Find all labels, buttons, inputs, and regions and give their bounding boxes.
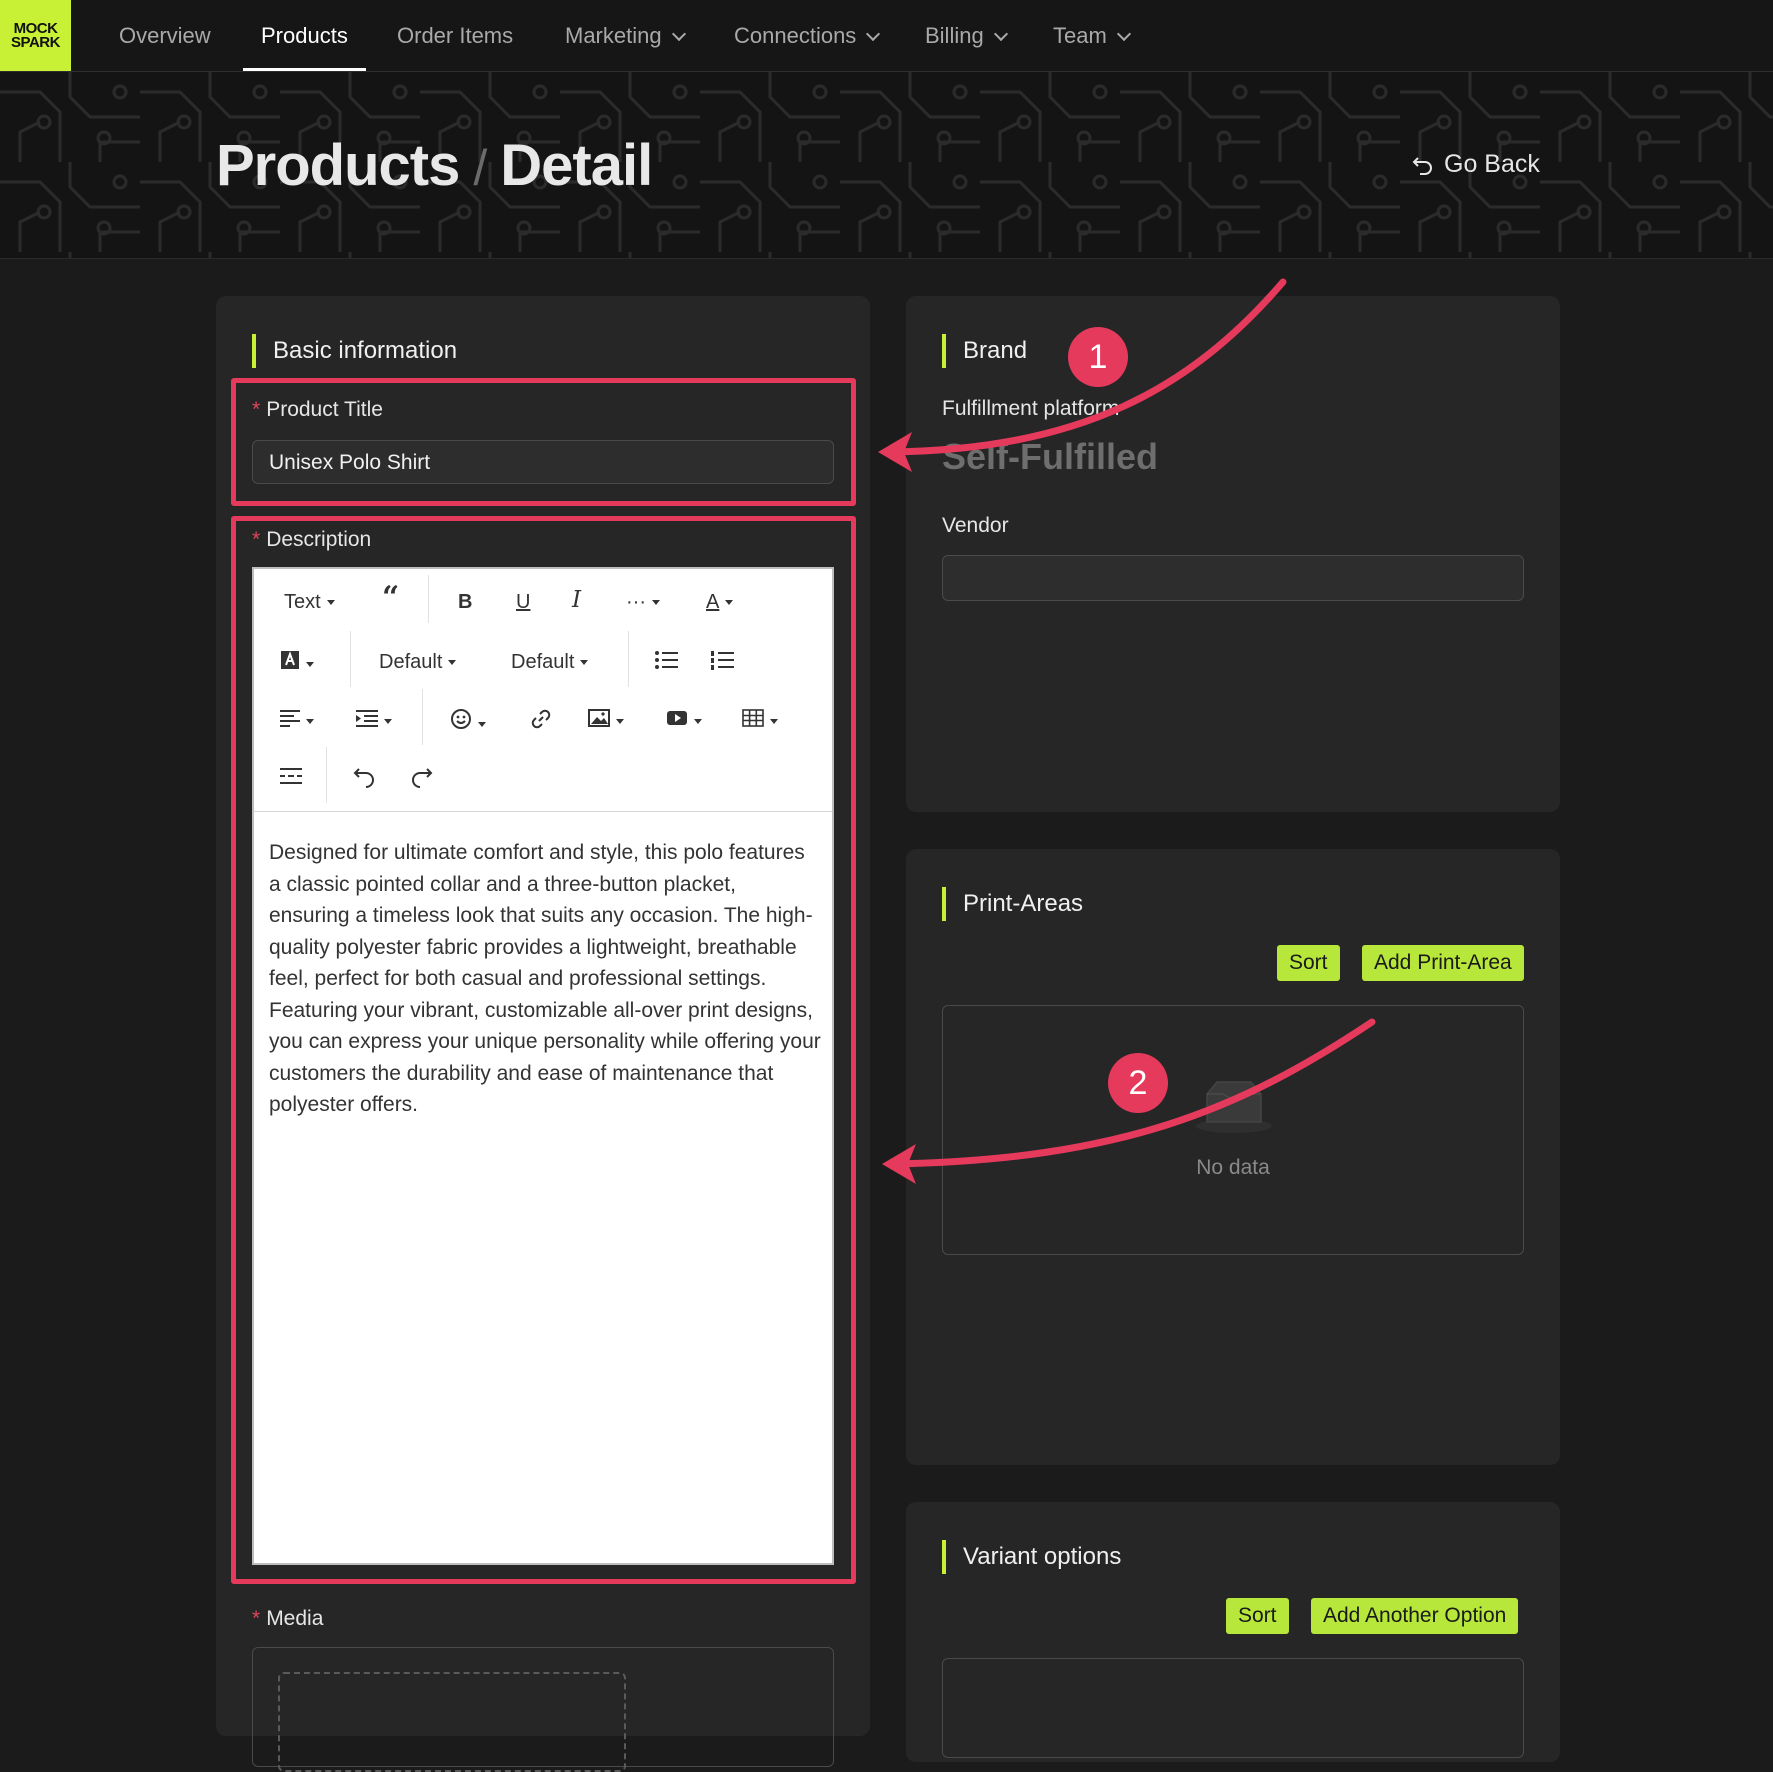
nav-item-connections[interactable]: Connections: [734, 0, 881, 71]
nav-label: Order Items: [397, 23, 514, 48]
highlight-product-title: [231, 378, 856, 506]
logo-line-2: SPARK: [11, 33, 60, 51]
nav-label: Team: [1053, 23, 1107, 48]
variant-options-list: [942, 1658, 1524, 1758]
empty-box-icon: [1196, 1081, 1272, 1133]
print-areas-title: Print-Areas: [942, 887, 1083, 921]
chevron-down-icon: [671, 26, 686, 42]
annotation-badge-1: 1: [1068, 327, 1128, 387]
breadcrumb-products[interactable]: Products: [216, 133, 460, 198]
nav-label: Billing: [925, 23, 984, 48]
fulfillment-platform-value: Self-Fulfilled: [942, 436, 1158, 477]
print-areas-sort-button[interactable]: Sort: [1277, 945, 1340, 981]
required-mark: *: [252, 1607, 261, 1630]
empty-state-text: No data: [1196, 1156, 1270, 1179]
variant-options-sort-button[interactable]: Sort: [1226, 1598, 1289, 1634]
media-label-text: Media: [266, 1607, 324, 1630]
basic-information-title: Basic information: [252, 334, 457, 368]
highlight-description: [231, 516, 856, 1584]
add-another-option-button[interactable]: Add Another Option: [1311, 1598, 1519, 1634]
vendor-label: Vendor: [942, 514, 1009, 537]
annotation-badge-2: 2: [1108, 1053, 1168, 1113]
chevron-down-icon: [993, 26, 1008, 42]
breadcrumb-detail: Detail: [500, 133, 653, 198]
variant-options-title: Variant options: [942, 1540, 1121, 1574]
media-label: * Media: [252, 1607, 323, 1631]
nav-item-team[interactable]: Team: [1053, 0, 1131, 71]
chevron-down-icon: [1116, 26, 1131, 42]
breadcrumb-separator: /: [473, 140, 487, 196]
logo[interactable]: MOCK SPARK: [0, 0, 71, 71]
undo-arrow-icon: [1412, 157, 1432, 175]
nav-item-marketing[interactable]: Marketing: [565, 0, 686, 71]
page-title: Products / Detail: [216, 132, 653, 199]
brand-title: Brand: [942, 334, 1027, 368]
add-print-area-button[interactable]: Add Print-Area: [1362, 945, 1524, 981]
top-navigation: MOCK SPARK Overview Products Order Items…: [0, 0, 1773, 72]
nav-item-billing[interactable]: Billing: [925, 0, 1008, 71]
vendor-input[interactable]: [942, 555, 1524, 601]
nav-label: Marketing: [565, 23, 662, 48]
nav-item-order-items[interactable]: Order Items: [397, 0, 513, 71]
nav-label: Connections: [734, 23, 857, 48]
nav-label: Products: [261, 23, 348, 48]
brand-card: [906, 296, 1560, 812]
nav-item-overview[interactable]: Overview: [119, 0, 211, 71]
print-areas-list: No data: [942, 1005, 1524, 1255]
page-header: Products / Detail Go Back: [0, 72, 1773, 259]
media-upload-dropzone[interactable]: [278, 1672, 626, 1772]
go-back-label: Go Back: [1444, 150, 1540, 178]
nav-item-products[interactable]: Products: [243, 0, 366, 71]
go-back-button[interactable]: Go Back: [1412, 150, 1540, 179]
chevron-down-icon: [866, 26, 881, 42]
fulfillment-platform-label: Fulfillment platform: [942, 397, 1120, 420]
nav-label: Overview: [119, 23, 211, 48]
